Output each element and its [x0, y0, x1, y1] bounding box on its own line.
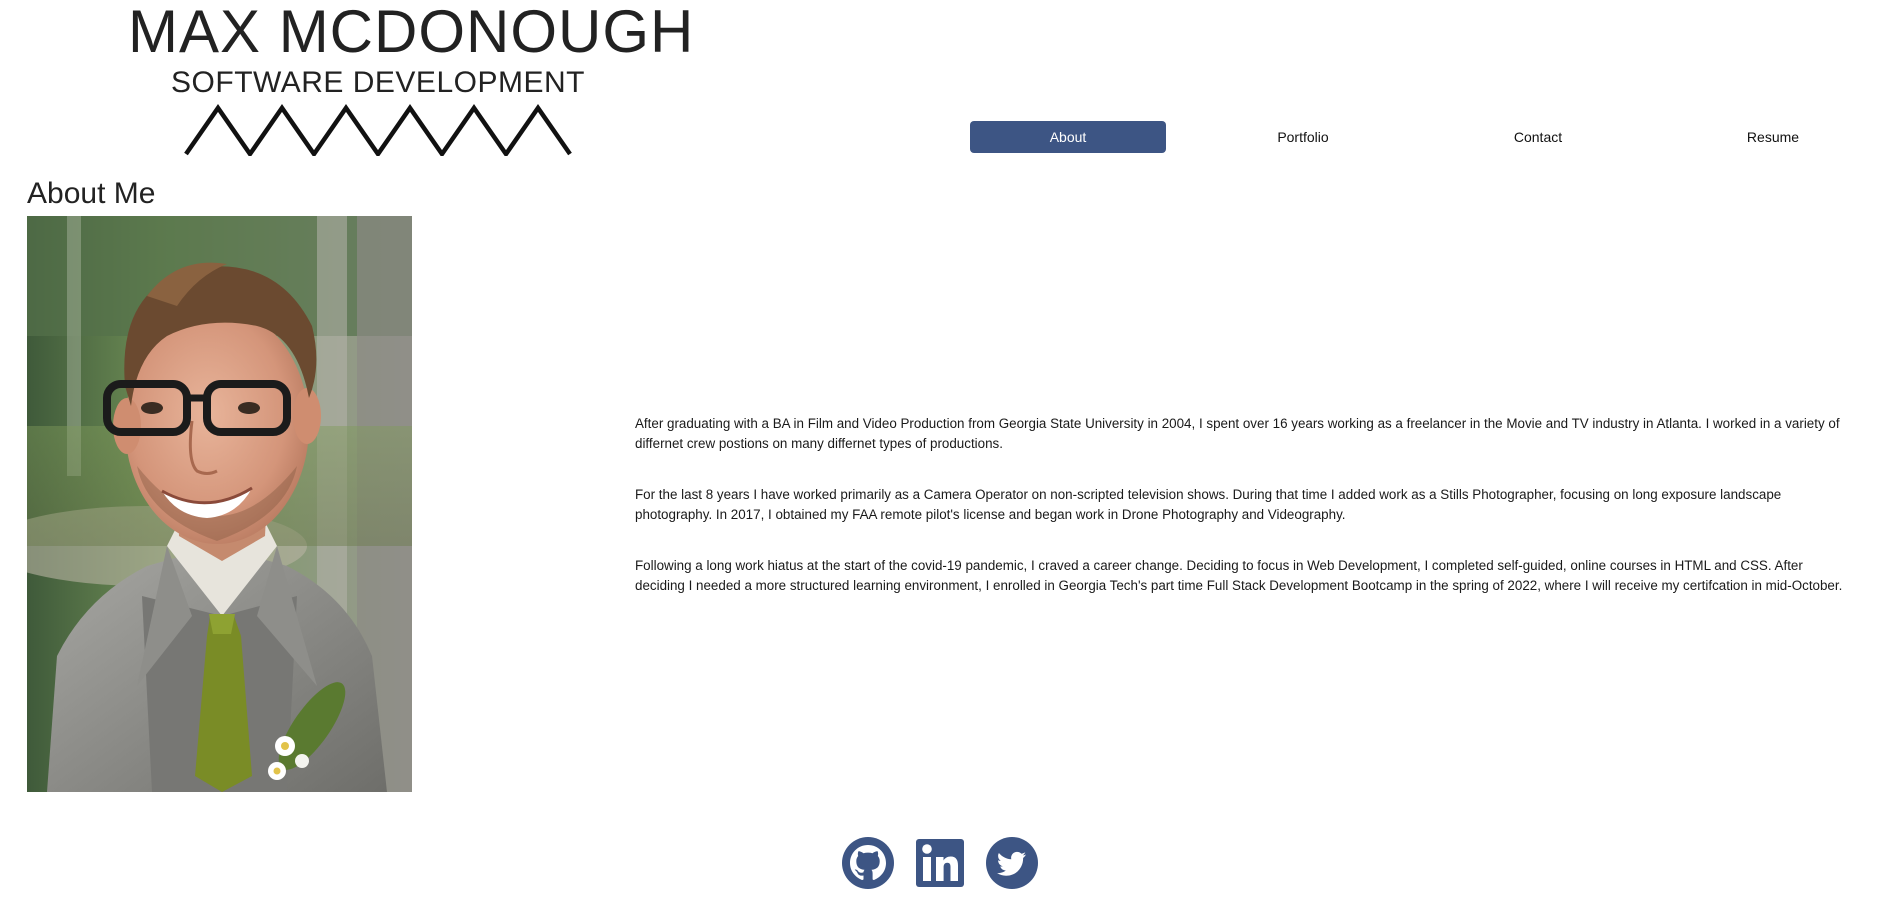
bio-paragraph: For the last 8 years I have worked prima…	[635, 487, 1782, 522]
linkedin-icon[interactable]	[914, 837, 966, 889]
nav-portfolio[interactable]: Portfolio	[1205, 121, 1401, 153]
nav-about[interactable]: About	[970, 121, 1166, 153]
github-icon[interactable]	[842, 837, 894, 889]
nav-resume[interactable]: Resume	[1675, 121, 1871, 153]
social-links	[842, 837, 1038, 891]
zigzag-graphic	[184, 104, 572, 156]
bio-paragraph: After graduating with a BA in Film and V…	[635, 416, 1840, 451]
nav-contact[interactable]: Contact	[1440, 121, 1636, 153]
about-heading: About Me	[27, 177, 156, 210]
page: MAX MCDONOUGH SOFTWARE DEVELOPMENT About…	[0, 0, 1882, 922]
site-logo[interactable]: MAX MCDONOUGH SOFTWARE DEVELOPMENT	[128, 0, 695, 160]
logo-tagline: SOFTWARE DEVELOPMENT	[171, 66, 585, 99]
about-bio: After graduating with a BA in Film and V…	[635, 414, 1850, 627]
twitter-icon[interactable]	[986, 837, 1038, 889]
main-nav: About Portfolio Contact Resume	[970, 121, 1874, 153]
profile-photo	[27, 216, 412, 792]
bio-paragraph: Following a long work hiatus at the star…	[635, 558, 1843, 593]
logo-name: MAX MCDONOUGH	[128, 0, 695, 65]
